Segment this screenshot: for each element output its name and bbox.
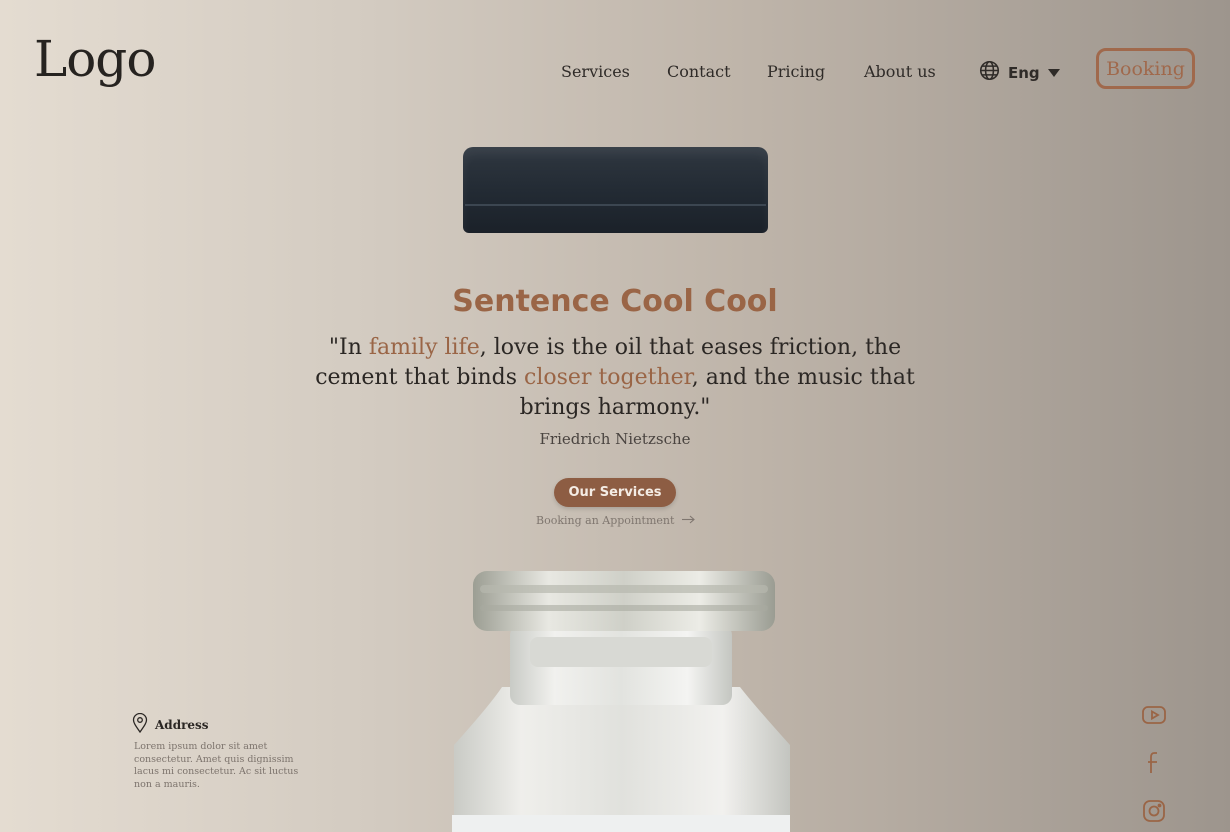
nav-services[interactable]: Services (561, 62, 630, 81)
booking-appointment-link[interactable]: Booking an Appointment (536, 514, 696, 527)
quote-highlight: family life (368, 335, 480, 360)
booking-button[interactable]: Booking (1096, 48, 1195, 89)
logo[interactable]: Logo (34, 30, 156, 88)
globe-icon (979, 60, 1000, 85)
address-block: Address Lorem ipsum dolor sit amet conse… (132, 712, 302, 791)
facebook-icon[interactable] (1140, 750, 1168, 776)
caret-down-icon (1047, 63, 1060, 82)
instagram-icon[interactable] (1140, 798, 1168, 824)
nav-pricing[interactable]: Pricing (767, 62, 825, 81)
hero-headline: Sentence Cool Cool (452, 284, 778, 319)
address-text: Lorem ipsum dolor sit amet consectetur. … (134, 741, 299, 790)
nav-contact[interactable]: Contact (667, 62, 731, 81)
glass-bottle-image (440, 565, 800, 832)
arrow-right-icon (682, 514, 696, 527)
language-selector[interactable]: Eng (979, 60, 1060, 85)
nav-about-us[interactable]: About us (864, 62, 936, 81)
bottle-cap-image (463, 147, 768, 233)
location-pin-icon (132, 712, 148, 737)
quote-author: Friedrich Nietzsche (539, 430, 691, 448)
booking-appointment-label: Booking an Appointment (536, 514, 675, 527)
quote-text: "In (328, 335, 369, 360)
address-title: Address (155, 718, 209, 732)
our-services-button[interactable]: Our Services (554, 478, 676, 507)
address-header: Address (132, 712, 302, 737)
hero-quote: "In family life, love is the oil that ea… (295, 333, 935, 423)
language-label: Eng (1008, 63, 1040, 82)
youtube-icon[interactable] (1140, 702, 1168, 728)
quote-highlight: closer together (524, 365, 692, 390)
